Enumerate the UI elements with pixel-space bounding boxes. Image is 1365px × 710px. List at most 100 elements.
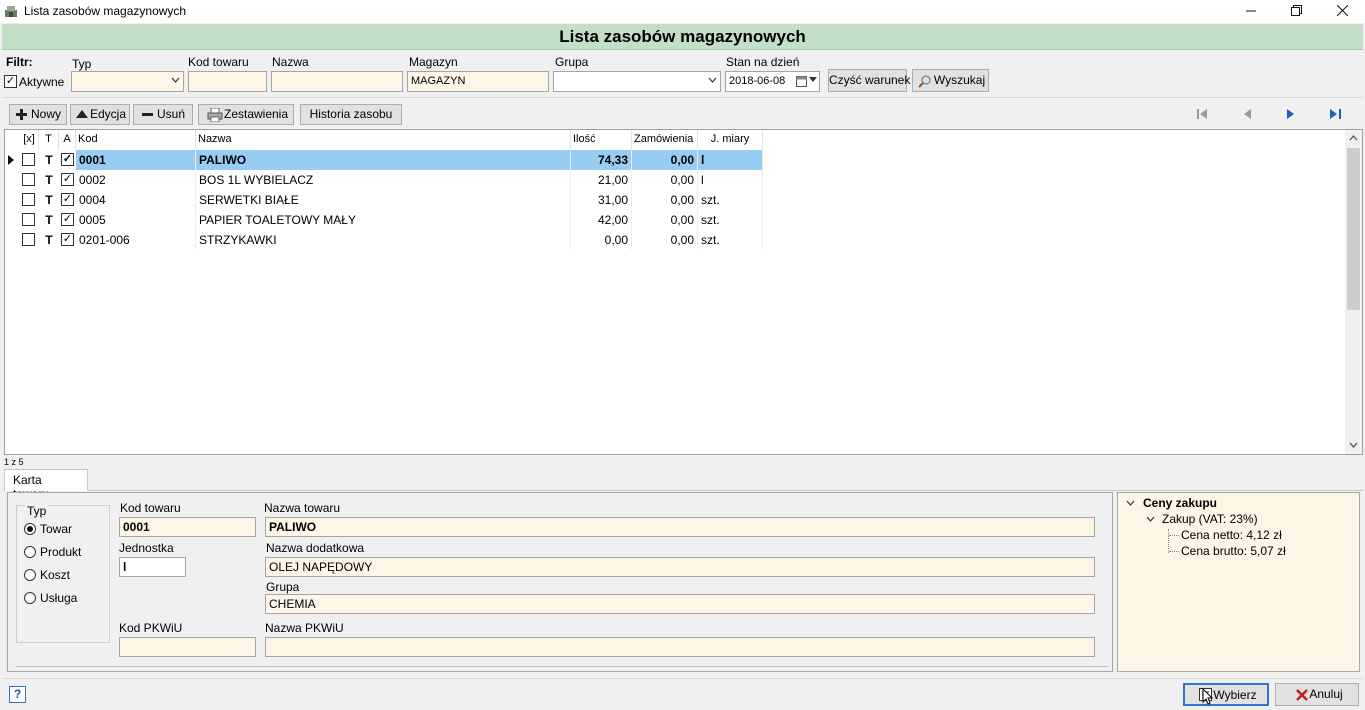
restore-icon — [1290, 5, 1302, 16]
row-nazwa: BOS 1L WYBIELACZ — [196, 170, 571, 190]
row-type: T — [45, 193, 53, 207]
plus-icon — [16, 109, 27, 120]
chevron-down-icon[interactable] — [1126, 500, 1135, 506]
row-active-checkbox[interactable]: ✓ — [61, 173, 74, 186]
table-row[interactable]: T ✓ 0005 PAPIER TOALETOWY MAŁY 42,00 0,0… — [5, 210, 763, 230]
app-icon — [5, 6, 17, 17]
table-row[interactable]: T ✓ 0002 BOS 1L WYBIELACZ 21,00 0,00 l — [5, 170, 763, 190]
tree-root-ceny-zakupu[interactable]: Ceny zakupu — [1143, 496, 1217, 510]
column-header-nazwa[interactable]: Nazwa — [196, 130, 571, 150]
chevron-down-icon[interactable] — [1146, 516, 1155, 522]
radio-towar[interactable]: Towar — [24, 522, 104, 538]
printer-icon — [207, 108, 223, 122]
radio-circle[interactable] — [24, 569, 36, 581]
row-select-checkbox[interactable] — [22, 153, 35, 166]
row-active-checkbox[interactable]: ✓ — [61, 233, 74, 246]
row-select-checkbox[interactable] — [22, 233, 35, 246]
next-record-icon[interactable] — [1285, 108, 1297, 120]
typ-filter-combo[interactable] — [71, 71, 184, 92]
radio-usluga[interactable]: Usługa — [24, 591, 104, 607]
help-icon[interactable]: ? — [9, 686, 26, 703]
cancel-button[interactable]: Anuluj — [1275, 683, 1359, 706]
new-button[interactable]: Nowy — [9, 104, 67, 125]
nazwa-pkwiu-field[interactable] — [265, 637, 1095, 657]
nazwa-dodatkowa-field[interactable]: OLEJ NAPĘDOWY — [265, 557, 1095, 577]
search-button[interactable]: Wyszukaj — [912, 69, 989, 92]
column-header-zamowienia[interactable]: Zamówienia — [632, 130, 698, 150]
radio-produkt[interactable]: Produkt — [24, 545, 104, 561]
table-row[interactable]: T ✓ 0004 SERWETKI BIAŁE 31,00 0,00 szt. — [5, 190, 763, 210]
history-button[interactable]: Historia zasobu — [300, 104, 402, 125]
delete-button[interactable]: Usuń — [133, 104, 193, 125]
column-header-kod[interactable]: Kod — [76, 130, 196, 150]
row-zamowienia: 0,00 — [632, 150, 698, 170]
magazyn-filter-label: Magazyn — [409, 55, 458, 69]
calendar-icon[interactable] — [796, 75, 807, 87]
reports-button[interactable]: Zestawienia — [198, 104, 294, 125]
row-select-checkbox[interactable] — [22, 193, 35, 206]
select-button[interactable]: Wybierz — [1183, 683, 1269, 706]
row-kod: 0005 — [76, 210, 196, 230]
tab-karta-towaru[interactable]: Karta towaru — [4, 469, 88, 501]
clear-filter-button[interactable]: Czyść warunek — [828, 69, 910, 92]
first-record-icon[interactable] — [1196, 108, 1208, 120]
nazwa-filter-input[interactable] — [271, 71, 403, 92]
jednostka-field[interactable]: l — [119, 557, 186, 577]
column-header-ilosc[interactable]: Ilość — [571, 130, 632, 150]
radio-towar-label: Towar — [40, 522, 73, 536]
scrollbar-thumb[interactable] — [1347, 148, 1360, 310]
row-select-checkbox[interactable] — [22, 173, 35, 186]
row-type: T — [45, 213, 53, 227]
row-active-checkbox[interactable]: ✓ — [61, 153, 74, 166]
previous-record-icon[interactable] — [1241, 108, 1253, 120]
row-nazwa: PAPIER TOALETOWY MAŁY — [196, 210, 571, 230]
table-row[interactable]: T ✓ 0201-006 STRZYKAWKI 0,00 0,00 szt. — [5, 230, 763, 250]
close-icon — [1296, 689, 1308, 701]
vertical-scrollbar[interactable] — [1345, 130, 1362, 454]
title-bar: Lista zasobów magazynowych — [0, 0, 1365, 23]
tree-leaf-cena-brutto[interactable]: Cena brutto: 5,07 zł — [1181, 544, 1286, 558]
magazyn-filter-input[interactable]: MAGAZYN — [407, 71, 549, 92]
row-nazwa: SERWETKI BIAŁE — [196, 190, 571, 210]
scroll-up-icon[interactable] — [1349, 135, 1358, 141]
chevron-down-icon[interactable] — [809, 77, 817, 83]
radio-circle[interactable] — [24, 523, 36, 535]
column-header-jm[interactable]: J. miary — [698, 130, 763, 150]
row-select-checkbox[interactable] — [22, 213, 35, 226]
nazwa-towaru-field[interactable]: PALIWO — [265, 517, 1095, 537]
row-active-checkbox[interactable]: ✓ — [61, 213, 74, 226]
jednostka-label: Jednostka — [119, 541, 174, 555]
radio-circle[interactable] — [24, 592, 36, 604]
row-ilosc: 42,00 — [571, 210, 632, 230]
last-record-icon[interactable] — [1329, 108, 1343, 120]
tree-node-zakup[interactable]: Zakup (VAT: 23%) — [1162, 512, 1258, 526]
card-bottom-line — [16, 666, 1108, 667]
grupa-filter-combo[interactable] — [553, 71, 721, 92]
radio-circle[interactable] — [24, 546, 36, 558]
close-button[interactable] — [1319, 0, 1365, 22]
radio-koszt[interactable]: Koszt — [24, 568, 104, 584]
grupa-field[interactable]: CHEMIA — [265, 594, 1095, 614]
column-header-a[interactable]: A — [59, 130, 76, 150]
column-header-t[interactable]: T — [39, 130, 59, 150]
edit-button[interactable]: Edycja — [70, 104, 130, 125]
row-type: T — [45, 153, 53, 167]
column-header-x[interactable]: [x] — [20, 130, 39, 150]
tree-leaf-cena-netto[interactable]: Cena netto: 4,12 zł — [1181, 528, 1282, 542]
row-active-checkbox[interactable]: ✓ — [61, 193, 74, 206]
grupa-filter-label: Grupa — [555, 55, 589, 69]
kod-filter-input[interactable] — [188, 71, 267, 92]
items-table: [x] T A Kod Nazwa Ilość Zamówienia J. mi… — [4, 129, 1363, 455]
stan-date-picker[interactable]: 2018-06-08 — [725, 71, 820, 92]
minimize-button[interactable] — [1228, 0, 1274, 22]
table-row[interactable]: T ✓ 0001 PALIWO 74,33 0,00 l — [5, 150, 763, 170]
aktywne-checkmark[interactable]: ✓ — [4, 75, 17, 88]
row-jm: l — [698, 150, 763, 170]
scroll-down-icon[interactable] — [1349, 442, 1358, 448]
header-banner: Lista zasobów magazynowych — [2, 24, 1363, 50]
minus-icon — [142, 113, 153, 116]
kod-towaru-field[interactable]: 0001 — [119, 517, 256, 537]
restore-button[interactable] — [1273, 0, 1319, 22]
kod-pkwiu-field[interactable] — [119, 637, 256, 657]
typ-filter-label: Typ — [72, 57, 92, 71]
